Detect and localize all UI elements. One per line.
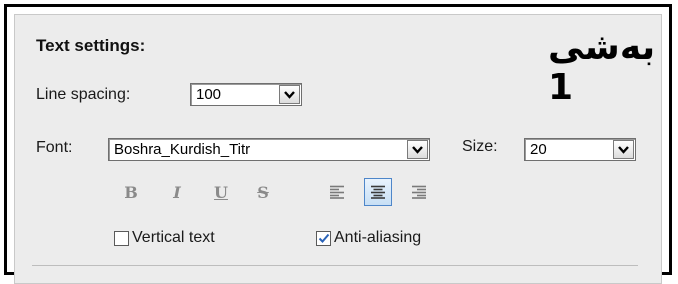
italic-button[interactable]: I xyxy=(164,179,190,205)
chevron-down-icon[interactable] xyxy=(613,140,634,159)
align-center-icon xyxy=(371,185,385,199)
align-left-icon xyxy=(330,185,344,199)
align-right-icon xyxy=(412,185,426,199)
chevron-down-icon[interactable] xyxy=(407,140,428,159)
align-right-button[interactable] xyxy=(405,178,433,206)
line-spacing-value: 100 xyxy=(196,86,222,103)
align-center-button[interactable] xyxy=(364,178,392,206)
chevron-down-icon[interactable] xyxy=(279,85,300,104)
section-watermark: بەشی 1 xyxy=(548,27,656,108)
checkbox-checked-icon[interactable] xyxy=(316,230,331,246)
font-label: Font: xyxy=(36,139,73,156)
checkbox-unchecked-icon[interactable] xyxy=(114,230,129,246)
vertical-text-label: Vertical text xyxy=(132,229,215,246)
line-spacing-label: Line spacing: xyxy=(36,86,131,103)
underline-button[interactable]: U xyxy=(208,179,234,205)
panel-title: Text settings: xyxy=(36,36,146,55)
anti-aliasing-checkbox[interactable]: Anti-aliasing xyxy=(316,228,421,248)
size-value: 20 xyxy=(530,141,547,158)
strikethrough-button[interactable]: S xyxy=(250,179,276,205)
bold-button[interactable]: B xyxy=(118,179,144,205)
line-spacing-select[interactable]: 100 xyxy=(190,83,302,106)
font-select[interactable]: Boshra_Kurdish_Titr xyxy=(108,138,430,161)
align-left-button[interactable] xyxy=(323,178,351,206)
size-select[interactable]: 20 xyxy=(524,138,636,161)
vertical-text-checkbox[interactable]: Vertical text xyxy=(114,228,215,248)
section-divider xyxy=(32,265,638,266)
size-label: Size: xyxy=(462,138,498,155)
anti-aliasing-label: Anti-aliasing xyxy=(334,229,422,246)
font-value: Boshra_Kurdish_Titr xyxy=(114,141,251,158)
